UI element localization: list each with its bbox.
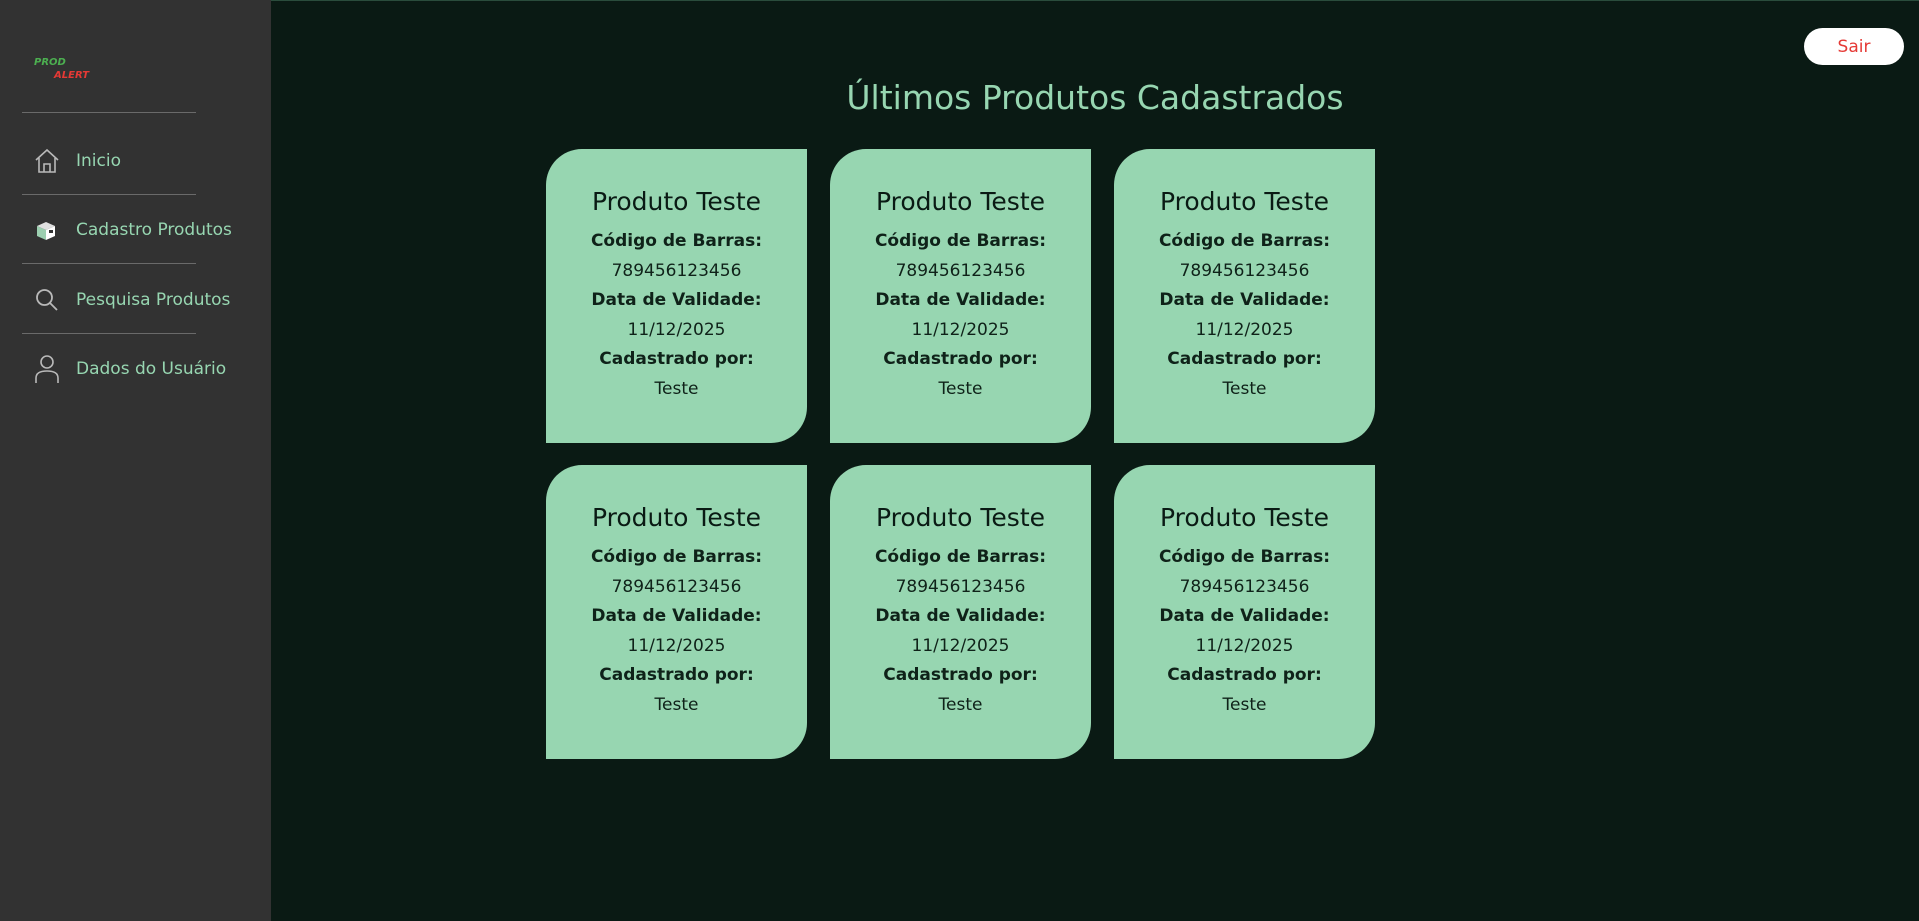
sidebar-item-pesquisa[interactable]: Pesquisa Produtos [22,265,254,334]
sidebar-item-usuario[interactable]: Dados do Usuário [22,334,254,403]
product-name: Produto Teste [875,187,1046,216]
registered-by-value: Teste [1222,378,1267,399]
page-title: Últimos Produtos Cadastrados [846,78,1344,117]
product-card[interactable]: Produto Teste Código de Barras: 78945612… [1114,149,1375,443]
home-icon [32,146,62,176]
barcode-label: Código de Barras: [874,547,1047,567]
registered-by-value: Teste [654,694,699,715]
product-name: Produto Teste [591,503,762,532]
prod-alert-logo: PROD ALERT [34,57,90,81]
barcode-value: 789456123456 [611,260,742,281]
expiry-label: Data de Validade: [591,290,762,310]
barcode-value: 789456123456 [895,260,1026,281]
expiry-label: Data de Validade: [1159,606,1330,626]
product-name: Produto Teste [1159,503,1330,532]
expiry-label: Data de Validade: [875,290,1046,310]
sidebar-item-cadastro[interactable]: Cadastro Produtos [22,195,254,264]
registered-by-label: Cadastrado por: [883,665,1038,685]
registered-by-label: Cadastrado por: [883,349,1038,369]
product-name: Produto Teste [591,187,762,216]
sidebar-item-label: Pesquisa Produtos [76,289,231,310]
product-grid: Produto Teste Código de Barras: 78945612… [546,149,1375,759]
registered-by-label: Cadastrado por: [599,349,754,369]
product-name: Produto Teste [1159,187,1330,216]
expiry-value: 11/12/2025 [911,319,1010,340]
registered-by-label: Cadastrado por: [599,665,754,685]
sidebar-divider [22,112,196,113]
main-content: Sair Últimos Produtos Cadastrados Produt… [271,0,1919,921]
expiry-value: 11/12/2025 [627,319,726,340]
barcode-value: 789456123456 [1179,576,1310,597]
barcode-label: Código de Barras: [874,231,1047,251]
registered-by-value: Teste [938,694,983,715]
barcode-label: Código de Barras: [590,231,763,251]
search-icon [32,285,62,315]
product-card[interactable]: Produto Teste Código de Barras: 78945612… [830,149,1091,443]
barcode-value: 789456123456 [611,576,742,597]
barcode-value: 789456123456 [1179,260,1310,281]
expiry-value: 11/12/2025 [1195,319,1294,340]
expiry-label: Data de Validade: [875,606,1046,626]
registered-by-value: Teste [938,378,983,399]
sidebar-item-label: Inicio [76,150,121,171]
registered-by-value: Teste [1222,694,1267,715]
expiry-value: 11/12/2025 [1195,635,1294,656]
registered-by-value: Teste [654,378,699,399]
registered-by-label: Cadastrado por: [1167,349,1322,369]
expiry-label: Data de Validade: [591,606,762,626]
expiry-label: Data de Validade: [1159,290,1330,310]
sidebar-item-label: Dados do Usuário [76,358,227,379]
logo-line1: PROD [34,57,66,68]
box-icon [32,215,62,245]
barcode-label: Código de Barras: [1158,547,1331,567]
product-card[interactable]: Produto Teste Código de Barras: 78945612… [546,149,807,443]
user-icon [32,354,62,384]
expiry-value: 11/12/2025 [627,635,726,656]
logo-line2: ALERT [53,70,90,81]
barcode-label: Código de Barras: [1158,231,1331,251]
barcode-value: 789456123456 [895,576,1026,597]
registered-by-label: Cadastrado por: [1167,665,1322,685]
sidebar-item-label: Cadastro Produtos [76,219,232,240]
product-card[interactable]: Produto Teste Código de Barras: 78945612… [1114,465,1375,759]
sidebar-divider [22,263,196,264]
product-name: Produto Teste [875,503,1046,532]
product-card[interactable]: Produto Teste Código de Barras: 78945612… [546,465,807,759]
barcode-label: Código de Barras: [590,547,763,567]
product-card[interactable]: Produto Teste Código de Barras: 78945612… [830,465,1091,759]
sidebar-item-inicio[interactable]: Inicio [22,126,254,195]
expiry-value: 11/12/2025 [911,635,1010,656]
sidebar: PROD ALERT Inicio Cadastro Produtos Pesq… [0,0,271,921]
logo[interactable]: PROD ALERT [34,56,104,82]
logout-button[interactable]: Sair [1804,28,1904,65]
